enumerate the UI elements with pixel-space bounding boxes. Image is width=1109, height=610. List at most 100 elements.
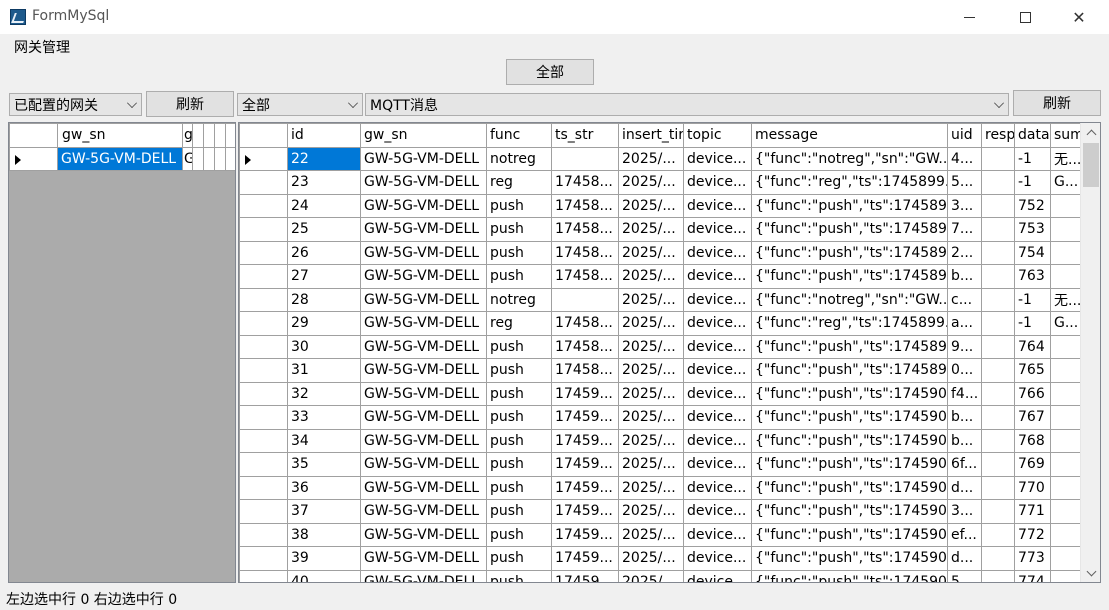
- cell-sum[interactable]: [1050, 522, 1081, 547]
- cell-resp[interactable]: [981, 170, 1015, 195]
- cell-id[interactable]: 32: [287, 381, 361, 406]
- cell-gw-sn[interactable]: GW-5G-VM-DELL: [360, 287, 487, 312]
- cell-message[interactable]: {"func":"push","ts":174589...: [751, 193, 948, 218]
- cell-data[interactable]: 769: [1014, 452, 1051, 477]
- cell-data[interactable]: 754: [1014, 240, 1051, 265]
- cell-data[interactable]: -1: [1014, 287, 1051, 312]
- cell-ts-str[interactable]: [551, 287, 619, 312]
- table-row[interactable]: 35 GW-5G-VM-DELL push 17459... 2025/... devic…: [239, 452, 1081, 477]
- cell-insert-tir[interactable]: 2025/...: [618, 334, 684, 359]
- cell-gw-sn[interactable]: GW-5G-VM-DELL: [360, 240, 487, 265]
- table-row[interactable]: 25 GW-5G-VM-DELL push 17458... 2025/... devic…: [239, 217, 1081, 242]
- cell-extra[interactable]: [192, 146, 204, 171]
- scroll-up-button[interactable]: [1081, 123, 1100, 141]
- cell-id[interactable]: 35: [287, 452, 361, 477]
- table-row[interactable]: 38 GW-5G-VM-DELL push 17459... 2025/... devic…: [239, 522, 1081, 547]
- cell-topic[interactable]: device...: [683, 546, 752, 571]
- cell-uid[interactable]: 6f...: [947, 452, 982, 477]
- cell-topic[interactable]: device...: [683, 405, 752, 430]
- cell-ts-str[interactable]: 17458...: [551, 193, 619, 218]
- cell-id[interactable]: 38: [287, 522, 361, 547]
- row-header[interactable]: [239, 546, 288, 571]
- minimize-button[interactable]: [946, 0, 992, 34]
- cell-data[interactable]: 766: [1014, 381, 1051, 406]
- cell-data[interactable]: 773: [1014, 546, 1051, 571]
- cell-id[interactable]: 34: [287, 428, 361, 453]
- cell-insert-tir[interactable]: 2025/...: [618, 170, 684, 195]
- cell-gw-sn[interactable]: GW-5G-VM-DELL: [360, 334, 487, 359]
- cell-func[interactable]: push: [486, 334, 552, 359]
- col-header-data[interactable]: data: [1014, 123, 1051, 148]
- cell-message[interactable]: {"func":"push","ts":174590...: [751, 405, 948, 430]
- col-header-uid[interactable]: uid: [947, 123, 982, 148]
- col-header-id[interactable]: id: [287, 123, 361, 148]
- cell-ts-str[interactable]: 17458...: [551, 240, 619, 265]
- cell-data[interactable]: 770: [1014, 475, 1051, 500]
- cell-id[interactable]: 37: [287, 499, 361, 524]
- cell-message[interactable]: {"func":"push","ts":174590...: [751, 381, 948, 406]
- cell-gw-sn[interactable]: GW-5G-VM-DELL: [360, 217, 487, 242]
- cell-func[interactable]: push: [486, 569, 552, 582]
- cell-insert-tir[interactable]: 2025/...: [618, 475, 684, 500]
- cell-data[interactable]: 752: [1014, 193, 1051, 218]
- cell-func[interactable]: notreg: [486, 146, 552, 171]
- all-button[interactable]: 全部: [506, 59, 594, 85]
- cell-resp[interactable]: [981, 405, 1015, 430]
- cell-topic[interactable]: device...: [683, 381, 752, 406]
- cell-data[interactable]: 765: [1014, 358, 1051, 383]
- col-header-gw-sn[interactable]: gw_sn: [360, 123, 487, 148]
- table-row[interactable]: 40 GW-5G-VM-DELL push 17459... 2025/... devic…: [239, 569, 1081, 582]
- cell-sum[interactable]: [1050, 452, 1081, 477]
- cell-resp[interactable]: [981, 334, 1015, 359]
- cell-ts-str[interactable]: 17458...: [551, 334, 619, 359]
- cell-insert-tir[interactable]: 2025/...: [618, 287, 684, 312]
- cell-data[interactable]: -1: [1014, 146, 1051, 171]
- cell-sum[interactable]: [1050, 428, 1081, 453]
- scroll-down-button[interactable]: [1081, 564, 1100, 582]
- cell-id[interactable]: 25: [287, 217, 361, 242]
- cell-insert-tir[interactable]: 2025/...: [618, 264, 684, 289]
- row-header[interactable]: [239, 522, 288, 547]
- table-row[interactable]: 39 GW-5G-VM-DELL push 17459... 2025/... devic…: [239, 546, 1081, 571]
- table-row[interactable]: 26 GW-5G-VM-DELL push 17458... 2025/... devic…: [239, 240, 1081, 265]
- cell-topic[interactable]: device...: [683, 311, 752, 336]
- cell-topic[interactable]: device...: [683, 358, 752, 383]
- menu-gateway-management[interactable]: 网关管理: [6, 36, 78, 58]
- cell-topic[interactable]: device...: [683, 452, 752, 477]
- cell-insert-tir[interactable]: 2025/...: [618, 546, 684, 571]
- cell-uid[interactable]: 7...: [947, 217, 982, 242]
- cell-id[interactable]: 39: [287, 546, 361, 571]
- message-grid[interactable]: id gw_sn func ts_str insert_tir topic message u…: [238, 122, 1101, 583]
- cell-topic[interactable]: device...: [683, 146, 752, 171]
- cell-insert-tir[interactable]: 2025/...: [618, 569, 684, 582]
- cell-data[interactable]: 764: [1014, 334, 1051, 359]
- cell-gw-sn[interactable]: GW-5G-VM-DELL: [360, 546, 487, 571]
- cell-id[interactable]: 23: [287, 170, 361, 195]
- cell-insert-tir[interactable]: 2025/...: [618, 499, 684, 524]
- func-filter-select[interactable]: 全部: [237, 93, 363, 116]
- cell-uid[interactable]: 3...: [947, 193, 982, 218]
- cell-topic[interactable]: device...: [683, 499, 752, 524]
- cell-insert-tir[interactable]: 2025/...: [618, 193, 684, 218]
- cell-message[interactable]: {"func":"push","ts":174590...: [751, 546, 948, 571]
- cell-resp[interactable]: [981, 522, 1015, 547]
- cell-gw-sn[interactable]: GW-5G-VM-DELL: [360, 569, 487, 582]
- cell-gw-sn[interactable]: GW-5G-VM-DELL: [360, 381, 487, 406]
- cell-func[interactable]: push: [486, 475, 552, 500]
- cell-sum[interactable]: [1050, 358, 1081, 383]
- cell-insert-tir[interactable]: 2025/...: [618, 146, 684, 171]
- table-row[interactable]: 27 GW-5G-VM-DELL push 17458... 2025/... devic…: [239, 264, 1081, 289]
- cell-insert-tir[interactable]: 2025/...: [618, 240, 684, 265]
- cell-sum[interactable]: [1050, 546, 1081, 571]
- cell-insert-tir[interactable]: 2025/...: [618, 428, 684, 453]
- cell-message[interactable]: {"func":"push","ts":174589...: [751, 264, 948, 289]
- table-row[interactable]: 37 GW-5G-VM-DELL push 17459... 2025/... devic…: [239, 499, 1081, 524]
- row-header[interactable]: [239, 240, 288, 265]
- cell-topic[interactable]: device...: [683, 287, 752, 312]
- cell-insert-tir[interactable]: 2025/...: [618, 381, 684, 406]
- cell-func[interactable]: push: [486, 499, 552, 524]
- cell-id[interactable]: 27: [287, 264, 361, 289]
- cell-gw-sn[interactable]: GW-5G-VM-DELL: [57, 146, 183, 171]
- cell-resp[interactable]: [981, 146, 1015, 171]
- cell-data[interactable]: 774: [1014, 569, 1051, 582]
